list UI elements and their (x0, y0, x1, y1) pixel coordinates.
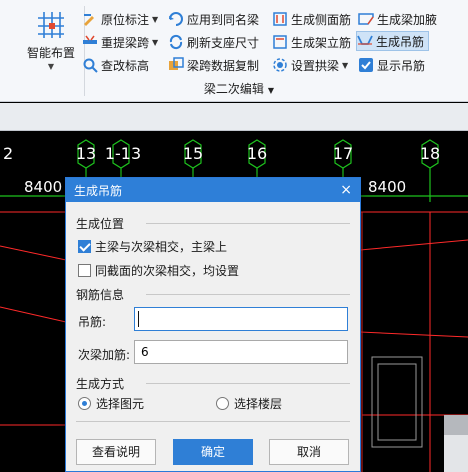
divider (146, 294, 350, 295)
radio-select-element[interactable]: 选择图元 (78, 395, 144, 412)
arch-beam-button[interactable]: 设置拱梁 ▼ (272, 55, 348, 75)
smart-layout-label: 智能布置 (26, 46, 75, 60)
refresh-support-button[interactable]: 刷新支座尺寸 (168, 32, 259, 52)
ribbon-group-label: 梁二次编辑 ▼ (203, 82, 275, 96)
axis-label: 2 (3, 144, 14, 163)
toolbar-strip (0, 103, 468, 131)
axis-label: 18 (419, 144, 441, 163)
secondary-rebar-input[interactable] (134, 340, 348, 364)
divider (146, 223, 350, 224)
dimension-label: 8400 (24, 178, 63, 196)
side-rebar-icon (273, 12, 287, 26)
divider (146, 383, 350, 384)
ribbon: 智能布置 ▼ 原位标注 ▼ 重提梁跨 ▼ 查改标高 应用到同名梁 刷新支座尺寸 梁跨… (0, 0, 468, 102)
apply-same-name-icon (169, 12, 183, 26)
copy-span-data-icon (169, 57, 184, 70)
chevron-down-icon: ▼ (342, 60, 349, 70)
help-button[interactable]: 查看说明 (76, 439, 156, 465)
axis-label: 13 (75, 144, 97, 163)
haunch-button[interactable]: 生成梁加腋 (358, 9, 437, 29)
annotate-icon (84, 14, 94, 26)
show-hanger-checkbox-icon (359, 58, 373, 72)
hanger-rebar-button[interactable]: 生成吊筋 (356, 31, 430, 51)
haunch-icon (358, 13, 374, 25)
dialog-titlebar[interactable]: 生成吊筋 × (66, 178, 360, 202)
scroll-block (444, 435, 468, 472)
refresh-support-icon (169, 34, 183, 50)
chevron-down-icon: ▼ (47, 62, 55, 71)
close-icon[interactable]: × (340, 182, 352, 198)
dialog-title: 生成吊筋 (74, 183, 123, 198)
dimension-label: 8400 (368, 178, 407, 196)
beam-span-button[interactable]: 重提梁跨 ▼ (82, 32, 158, 52)
radio-select-floor[interactable]: 选择楼层 (216, 395, 282, 412)
copy-span-data-button[interactable]: 梁跨数据复制 (168, 55, 259, 75)
hanger-rebar-dialog: 生成吊筋 × 生成位置 主梁与次梁相交，主梁上 同截面的次梁相交，均设置 钢筋信… (65, 177, 361, 472)
hanger-input[interactable] (134, 307, 348, 331)
check-main-secondary[interactable]: 主梁与次梁相交，主梁上 (78, 238, 227, 255)
beam-span-icon (83, 35, 97, 44)
section-position-label: 生成位置 (76, 217, 125, 231)
cancel-button[interactable]: 取消 (269, 439, 349, 465)
section-method-label: 生成方式 (76, 377, 125, 391)
divider (76, 421, 350, 422)
chevron-down-icon: ▼ (152, 37, 159, 47)
hanger-rebar-icon (357, 35, 373, 45)
show-hanger-checkbox[interactable]: 显示吊筋 (358, 55, 425, 75)
axis-label: 17 (332, 144, 354, 163)
radio-button[interactable] (216, 397, 229, 410)
elevation-button[interactable]: 查改标高 (82, 55, 149, 75)
elevation-icon (83, 58, 98, 73)
check-same-section[interactable]: 同截面的次梁相交，均设置 (78, 262, 239, 279)
hanger-field-label: 吊筋: (78, 315, 107, 329)
chevron-down-icon: ▼ (152, 14, 159, 24)
checkbox[interactable] (78, 264, 91, 277)
chevron-down-icon: ▼ (267, 86, 275, 95)
annotate-button[interactable]: 原位标注 ▼ (82, 9, 158, 29)
checkbox[interactable] (78, 240, 91, 253)
scroll-block (444, 415, 468, 435)
axis-label: 1-13 (104, 144, 142, 163)
grid-beam-icon (38, 12, 64, 38)
side-rebar-button[interactable]: 生成侧面筋 (272, 9, 351, 29)
axis-label: 16 (246, 144, 268, 163)
section-rebar-label: 钢筋信息 (76, 288, 125, 302)
arch-beam-icon (273, 58, 287, 72)
erect-rebar-icon (273, 35, 287, 49)
secondary-field-label: 次梁加筋: (78, 348, 131, 362)
radio-button[interactable] (78, 397, 91, 410)
axis-label: 15 (182, 144, 204, 163)
ok-button[interactable]: 确定 (173, 439, 253, 465)
erect-rebar-button[interactable]: 生成架立筋 (272, 32, 351, 52)
smart-layout-button[interactable]: 智能布置 ▼ (24, 8, 78, 78)
apply-same-name-button[interactable]: 应用到同名梁 (168, 9, 259, 29)
text-caret (138, 311, 139, 327)
